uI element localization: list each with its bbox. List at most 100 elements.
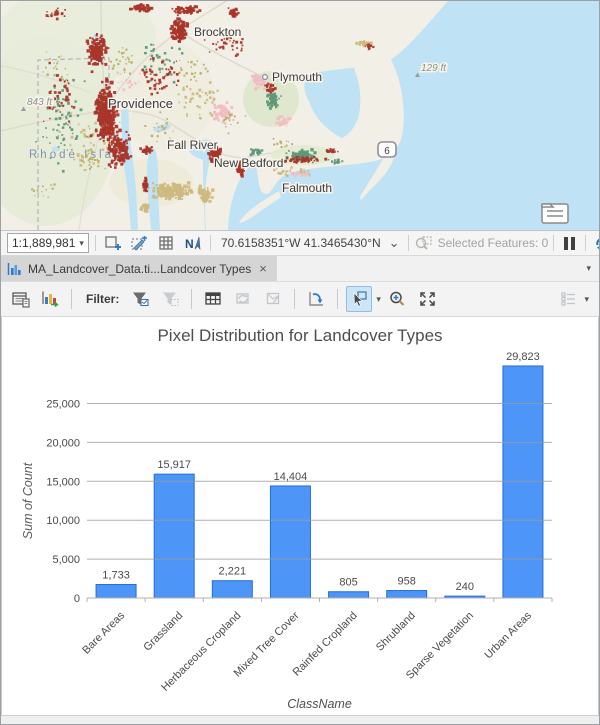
legend-dropdown-icon[interactable]: ▾ <box>584 295 589 304</box>
zoom-tool-button[interactable] <box>385 286 411 312</box>
map-statusbar: 1:1,889,981 ▾ N <box>1 230 599 256</box>
filter-by-extent-button[interactable] <box>157 286 183 312</box>
svg-text:2,221: 2,221 <box>219 566 247 578</box>
chart-tab-icon <box>7 262 22 276</box>
bar-grassland[interactable] <box>154 474 194 598</box>
bar-herbaceous-cropland[interactable] <box>212 581 252 598</box>
view-tabstrip: MA_Landcover_Data.ti...Landcover Types ×… <box>1 256 599 282</box>
separator <box>553 235 554 251</box>
svg-text:805: 805 <box>339 577 357 589</box>
svg-text:240: 240 <box>456 581 474 593</box>
data-table-icon <box>204 290 223 308</box>
map-view[interactable]: Rhode Island <box>1 1 599 230</box>
window-footer <box>1 715 599 724</box>
selection-tool-dropdown-icon[interactable]: ▾ <box>376 295 381 304</box>
full-extent-icon <box>418 290 437 308</box>
extent-edit-button[interactable] <box>129 233 150 253</box>
svg-text:843 ft: 843 ft <box>27 97 53 108</box>
subset-icon <box>264 290 283 308</box>
bar-urban-areas[interactable] <box>503 366 543 598</box>
svg-text:958: 958 <box>398 576 416 588</box>
arcgis-pro-window: Rhode Island <box>0 0 600 725</box>
separator <box>408 235 409 251</box>
svg-text:Fall River: Fall River <box>167 138 218 152</box>
filter-extent-icon <box>161 290 180 308</box>
svg-text:Providence: Providence <box>108 96 173 111</box>
svg-text:Grassland: Grassland <box>141 610 185 654</box>
svg-text:20,000: 20,000 <box>46 437 80 449</box>
svg-text:129 ft: 129 ft <box>421 63 447 74</box>
refresh-button[interactable] <box>591 233 600 253</box>
bookmark-add-icon <box>104 235 121 252</box>
pause-icon <box>564 237 575 250</box>
filter-by-selection-button[interactable] <box>127 286 153 312</box>
chart-type-icon <box>41 290 60 308</box>
extent-edit-icon <box>130 235 148 252</box>
svg-text:Shrubland: Shrubland <box>374 610 418 654</box>
svg-text:Urban Areas: Urban Areas <box>482 609 534 661</box>
grid-icon <box>158 235 174 251</box>
rotate-chart-button[interactable] <box>303 286 329 312</box>
svg-text:N: N <box>185 237 194 251</box>
legend-button[interactable] <box>555 286 581 312</box>
show-data-table-button[interactable] <box>200 286 226 312</box>
bar-mixed-tree-cover[interactable] <box>270 486 310 598</box>
svg-text:10,000: 10,000 <box>46 515 80 527</box>
y-axis-title: Sum of Count <box>21 462 35 539</box>
chart-properties-button[interactable] <box>7 286 33 312</box>
chart-view-tab[interactable]: MA_Landcover_Data.ti...Landcover Types × <box>1 256 277 281</box>
svg-text:1,733: 1,733 <box>102 570 130 582</box>
svg-text:0: 0 <box>74 593 80 605</box>
separator <box>337 289 338 309</box>
selected-features-label[interactable]: Selected Features: 0 <box>438 236 549 250</box>
map-scale-combobox[interactable]: 1:1,889,981 ▾ <box>7 233 89 253</box>
coordinates-readout[interactable]: 70.6158351°W 41.3465430°N <box>221 236 381 250</box>
svg-text:Bare Areas: Bare Areas <box>80 609 127 656</box>
scale-dropdown-icon[interactable]: ▾ <box>79 239 84 248</box>
svg-text:15,000: 15,000 <box>46 476 80 488</box>
legend-list-icon <box>559 290 578 308</box>
svg-text:New Bedford: New Bedford <box>214 156 283 170</box>
map-canvas[interactable]: Rhode Island <box>1 1 599 230</box>
map-overflow-icon[interactable] <box>542 204 568 223</box>
bar-shrubland[interactable] <box>387 591 427 598</box>
tab-close-icon[interactable]: × <box>257 261 269 276</box>
bookmark-add-button[interactable] <box>102 233 123 253</box>
map-scale-value: 1:1,889,981 <box>12 236 75 250</box>
svg-text:14,404: 14,404 <box>274 471 308 483</box>
tabstrip-dropdown-icon: ▾ <box>586 264 591 273</box>
legend-group: ▾ <box>555 286 593 312</box>
subset-button[interactable] <box>260 286 286 312</box>
selection-tool-button[interactable] <box>346 286 372 312</box>
chart-toolbar: Filter: <box>1 282 599 317</box>
rotate-chart-icon <box>307 290 326 308</box>
selected-features-group: Selected Features: 0 <box>408 233 600 253</box>
tabstrip-overflow[interactable]: ▾ <box>586 256 599 281</box>
zoom-in-icon <box>388 290 407 308</box>
bar-rainfed-cropland[interactable] <box>329 592 369 598</box>
svg-text:Rainfed Cropland: Rainfed Cropland <box>291 610 360 679</box>
svg-text:Falmouth: Falmouth <box>282 181 332 195</box>
separator <box>191 289 192 309</box>
sync-extent-button[interactable] <box>230 286 256 312</box>
separator <box>95 235 96 251</box>
coordinates-chevron-icon[interactable]: ⌄ <box>389 240 400 247</box>
svg-text:Plymouth: Plymouth <box>272 70 322 84</box>
chart-plot-area[interactable]: 05,00010,00015,00020,00025,0001,73315,91… <box>2 317 598 715</box>
filter-label: Filter: <box>86 292 119 306</box>
separator <box>585 235 586 251</box>
chart-canvas[interactable]: 05,00010,00015,00020,00025,0001,73315,91… <box>2 317 599 715</box>
north-arrow-button[interactable]: N <box>183 233 204 253</box>
svg-text:25,000: 25,000 <box>46 399 80 411</box>
filter-selection-icon <box>131 290 150 308</box>
route-shield: 6 <box>378 142 396 157</box>
bars <box>96 366 543 598</box>
chart-tab-title: MA_Landcover_Data.ti...Landcover Types <box>28 262 251 276</box>
map-grid-button[interactable] <box>156 233 177 253</box>
svg-text:5,000: 5,000 <box>52 554 80 566</box>
chart-type-button[interactable] <box>37 286 63 312</box>
full-extent-button[interactable] <box>415 286 441 312</box>
pause-drawing-button[interactable] <box>559 233 580 253</box>
svg-text:6: 6 <box>384 146 390 157</box>
bar-bare-areas[interactable] <box>96 585 136 598</box>
